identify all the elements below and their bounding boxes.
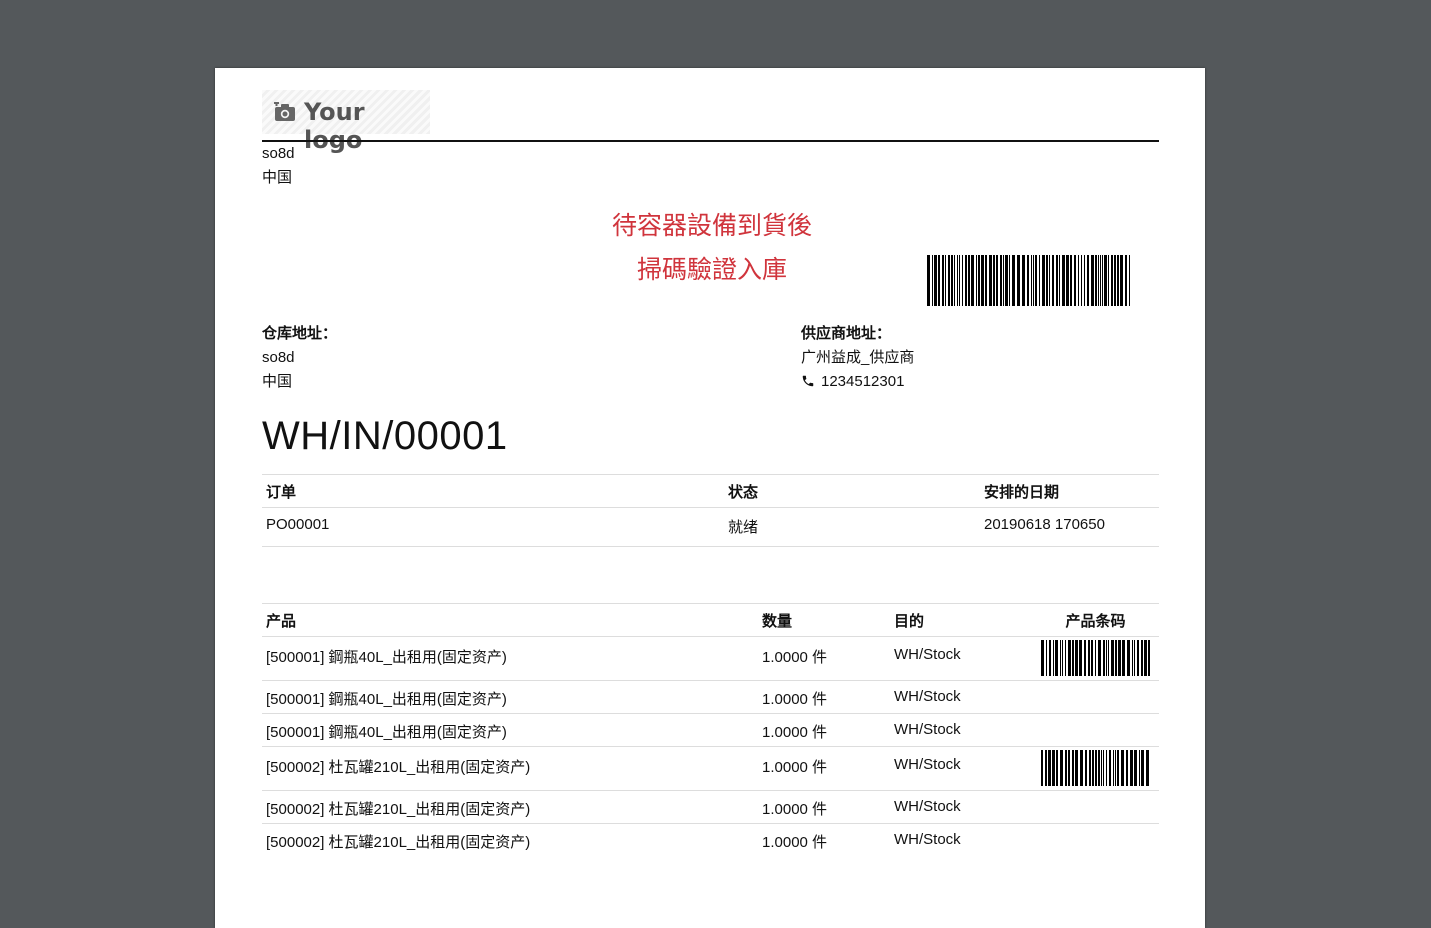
report-page: Your logo so8d 中国 待容器設備到貨後 掃碼驗證入庫 仓库地址： …: [215, 68, 1205, 928]
company-name: so8d: [262, 145, 295, 162]
lines-table-header: 产品 数量 目的 产品条码: [262, 603, 1159, 637]
vendor-address: 供应商地址： 广州益成_供应商 1234512301: [801, 322, 914, 394]
move-lines-table: 产品 数量 目的 产品条码 [500001] 鋼瓶40L_出租用(固定资产) 1…: [262, 603, 1159, 856]
order-header: 订单: [262, 474, 724, 508]
table-row: [500001] 鋼瓶40L_出租用(固定资产) 1.0000 件 WH/Sto…: [262, 636, 1159, 681]
phone-icon: [802, 375, 814, 387]
table-row: [500002] 杜瓦罐210L_出租用(固定资产) 1.0000 件 WH/S…: [262, 824, 1159, 857]
destination: WH/Stock: [894, 831, 961, 848]
product-barcode-cell: [1032, 824, 1159, 857]
order-info-table: 订单 状态 安排的日期 PO00001 就绪 20190618 170650: [262, 474, 1159, 547]
product-barcode: [1040, 750, 1149, 786]
company-logo: Your logo: [262, 90, 430, 154]
table-row: [500002] 杜瓦罐210L_出租用(固定资产) 1.0000 件 WH/S…: [262, 746, 1159, 791]
destination: WH/Stock: [890, 680, 1032, 714]
product-name: [500002] 杜瓦罐210L_出租用(固定资产): [266, 834, 531, 851]
logo-text: Your logo: [304, 98, 365, 154]
warehouse-address-label: 仓库地址：: [262, 325, 338, 342]
product-header: 产品: [262, 603, 758, 637]
scheduled-date-header: 安排的日期: [980, 474, 1159, 508]
warehouse-name: so8d: [262, 349, 295, 366]
product-barcode-cell: [1032, 746, 1159, 791]
quantity: 1.0000 件: [758, 790, 890, 824]
order-table-header: 订单 状态 安排的日期: [262, 474, 1159, 508]
product-barcode-cell: [1032, 680, 1159, 714]
quantity: 1.0000 件: [762, 834, 828, 851]
table-row: [500001] 鋼瓶40L_出租用(固定资产) 1.0000 件 WH/Sto…: [262, 713, 1159, 747]
quantity-header: 数量: [758, 603, 890, 637]
quantity: 1.0000 件: [758, 746, 890, 791]
table-row: [500002] 杜瓦罐210L_出租用(固定资产) 1.0000 件 WH/S…: [262, 790, 1159, 824]
product-barcode-cell: [1032, 790, 1159, 824]
notice-line-2: 掃碼驗證入庫: [636, 256, 787, 284]
product-name: [500002] 杜瓦罐210L_出租用(固定资产): [262, 746, 758, 791]
state-header: 状态: [724, 474, 980, 508]
camera-icon: [274, 102, 295, 121]
vendor-name: 广州益成_供应商: [801, 349, 915, 366]
order-state: 就绪: [724, 507, 980, 547]
company-country: 中国: [262, 169, 293, 186]
header-rule: [262, 140, 1159, 142]
vendor-phone-number: 1234512301: [821, 373, 905, 390]
quantity: 1.0000 件: [758, 680, 890, 714]
vendor-phone: 1234512301: [801, 370, 914, 394]
table-row: PO00001 就绪 20190618 170650: [262, 507, 1159, 547]
reference-barcode: [927, 255, 1130, 306]
vendor-address-label: 供应商地址：: [801, 325, 892, 342]
product-barcode-cell: [1032, 636, 1159, 681]
product-name: [500002] 杜瓦罐210L_出租用(固定资产): [262, 790, 758, 824]
quantity: 1.0000 件: [758, 636, 890, 681]
order-number: PO00001: [262, 507, 724, 547]
product-barcode-header: 产品条码: [1032, 603, 1159, 637]
notice-text: 待容器設備到貨後 掃碼驗證入庫: [562, 204, 862, 292]
notice-line-1: 待容器設備到貨後: [611, 212, 812, 240]
warehouse-address: 仓库地址： so8d 中国: [262, 322, 337, 394]
destination: WH/Stock: [890, 790, 1032, 824]
product-name: [500001] 鋼瓶40L_出租用(固定资产): [262, 680, 758, 714]
destination: WH/Stock: [890, 636, 1032, 681]
destination-header: 目的: [890, 603, 1032, 637]
destination: WH/Stock: [890, 713, 1032, 747]
table-row: [500001] 鋼瓶40L_出租用(固定资产) 1.0000 件 WH/Sto…: [262, 680, 1159, 714]
quantity: 1.0000 件: [758, 713, 890, 747]
product-name: [500001] 鋼瓶40L_出租用(固定资产): [262, 713, 758, 747]
product-barcode-cell: [1032, 713, 1159, 747]
picking-reference: WH/IN/00001: [262, 414, 508, 458]
product-barcode: [1040, 640, 1150, 676]
scheduled-date: 20190618 170650: [980, 507, 1159, 547]
warehouse-country: 中国: [262, 373, 293, 390]
product-name: [500001] 鋼瓶40L_出租用(固定资产): [262, 636, 758, 681]
company-address: so8d 中国: [262, 142, 295, 190]
destination: WH/Stock: [890, 746, 1032, 791]
